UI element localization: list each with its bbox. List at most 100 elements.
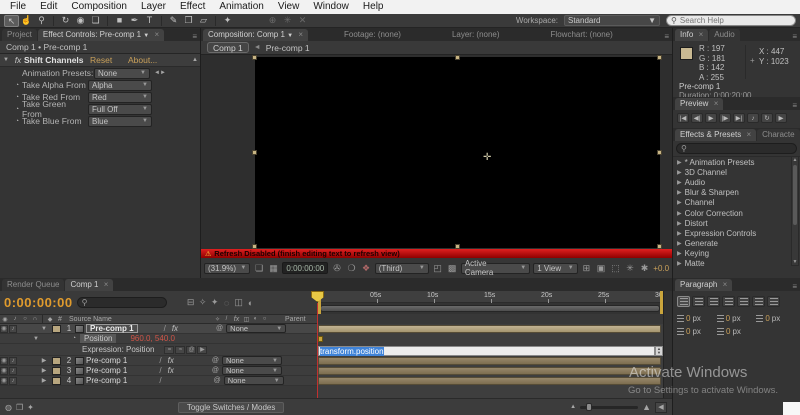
roi-icon[interactable]: ◰ [432, 263, 444, 274]
justify-last-center-button[interactable] [737, 296, 750, 307]
eye-toggle[interactable]: ◉ [0, 325, 8, 333]
twirl-closed-icon[interactable]: ▶ [677, 220, 682, 227]
hand-tool-icon[interactable]: ☝ [19, 15, 34, 27]
brush-tool-icon[interactable]: ✎ [166, 15, 181, 27]
composition-stage[interactable]: ✛ [255, 57, 660, 248]
clone-stamp-tool-icon[interactable]: ❐ [181, 15, 196, 27]
twirl-closed-icon[interactable]: ▶ [677, 210, 682, 217]
solo-icon[interactable]: ○ [20, 316, 30, 322]
quality-switch[interactable]: / [159, 366, 161, 375]
pan-behind-tool-icon[interactable]: ❏ [88, 15, 103, 27]
eye-toggle[interactable]: ◉ [0, 357, 8, 365]
snapshot-icon[interactable]: ✇ [331, 263, 343, 274]
align-right-button[interactable] [707, 296, 720, 307]
expression-graph-icon[interactable]: ≈ [175, 346, 185, 354]
field-value[interactable]: 0 [726, 327, 730, 336]
scroll-up-icon[interactable]: ▲ [792, 157, 798, 163]
menu-window[interactable]: Window [306, 0, 356, 14]
panel-menu-icon[interactable]: ≡ [789, 282, 800, 291]
close-icon[interactable]: × [699, 30, 704, 39]
label-color-chip[interactable] [52, 357, 61, 365]
tab-audio[interactable]: Audio [709, 29, 739, 41]
category-keying[interactable]: ▶Keying [673, 249, 800, 259]
comp-handle[interactable] [657, 55, 662, 60]
shape-tool-icon[interactable]: ■ [112, 15, 127, 27]
twirl-closed-icon[interactable]: ▶ [677, 169, 682, 176]
zoom-in-mountain-icon[interactable]: ▲ [642, 402, 651, 412]
twirl-closed-icon[interactable]: ▶ [38, 377, 50, 384]
flowchart-button-icon[interactable]: ✳ [624, 263, 636, 274]
source-name-column[interactable]: Source Name [65, 316, 213, 323]
lock-icon[interactable]: ∩ [30, 316, 40, 322]
eye-toggle[interactable]: ◉ [0, 367, 8, 375]
comp-timecode[interactable]: 0:00:00:00 [282, 262, 328, 274]
twirl-open-icon[interactable]: ▼ [30, 336, 42, 342]
justify-all-button[interactable] [767, 296, 780, 307]
safe-zones-icon[interactable]: ❏ [253, 263, 265, 274]
take-alpha-dropdown[interactable]: Alpha ▼ [88, 80, 152, 91]
twirl-closed-icon[interactable]: ▶ [677, 159, 682, 166]
menu-layer[interactable]: Layer [134, 0, 173, 14]
layer-name[interactable]: Pre-comp 1 [86, 366, 127, 375]
channels-icon[interactable]: ❖ [360, 263, 372, 274]
about-link[interactable]: About... [128, 55, 157, 65]
quality-switch[interactable]: / [164, 324, 166, 333]
timeline-search-box[interactable]: ⚲ [77, 297, 167, 308]
draft-3d-icon[interactable]: ✦ [209, 297, 221, 308]
eye-toggle[interactable]: ◉ [0, 377, 8, 385]
pen-tool-icon[interactable]: ✒ [127, 15, 142, 27]
comp-handle[interactable] [455, 55, 460, 60]
parent-dropdown[interactable]: None ▼ [222, 356, 282, 365]
camera-view-dropdown[interactable]: Active Camera ▼ [461, 263, 530, 274]
next-preset-icon[interactable]: ► [160, 70, 166, 76]
puppet-pin-tool-icon[interactable]: ✦ [220, 15, 235, 27]
expression-enable-icon[interactable]: = [164, 346, 174, 354]
type-tool-icon[interactable]: T [142, 15, 157, 27]
reset-link[interactable]: Reset [90, 55, 128, 65]
expression-row[interactable]: Expression: Position = ≈ @ ▶ [0, 344, 317, 356]
comp-handle[interactable] [252, 150, 257, 155]
timeline-zoom-slider[interactable] [580, 406, 638, 409]
frame-blend-icon[interactable]: ◫ [233, 297, 245, 308]
next-frame-button[interactable]: |▶ [719, 113, 731, 123]
world-axis-mode-icon[interactable]: ✳ [280, 15, 295, 27]
first-frame-button[interactable]: |◀ [677, 113, 689, 123]
expression-input[interactable]: transform.position [318, 346, 655, 356]
first-line-indent-field[interactable]: 0px [756, 314, 796, 323]
indent-left-field[interactable]: 0px [677, 314, 717, 323]
audio-toggle[interactable]: ♪ [9, 377, 17, 385]
rotation-tool-icon[interactable]: ↻ [58, 15, 73, 27]
close-icon[interactable]: × [154, 30, 159, 39]
fast-preview-icon[interactable]: ▣ [595, 263, 607, 274]
workspace-dropdown[interactable]: Standard ▼ [564, 15, 660, 26]
menu-effect[interactable]: Effect [173, 0, 212, 14]
stopwatch-icon[interactable]: ◔ [12, 82, 22, 89]
layer-bar-2[interactable] [318, 357, 661, 365]
layer-bar-4[interactable] [318, 377, 661, 385]
eye-icon[interactable]: ◉ [0, 316, 10, 323]
tab-layer[interactable]: Layer: (none) [447, 29, 505, 41]
ram-preview-button[interactable]: ▶ [775, 113, 787, 123]
anchor-point-icon[interactable]: ✛ [483, 152, 491, 163]
tab-paragraph[interactable]: Paragraph × [675, 279, 732, 291]
twirl-closed-icon[interactable]: ▶ [677, 199, 682, 206]
category-3d-channel[interactable]: ▶3D Channel [673, 167, 800, 177]
twirl-closed-icon[interactable]: ▶ [677, 240, 682, 247]
space-before-field[interactable]: 0px [677, 327, 717, 336]
composition-viewer[interactable]: ✛ [201, 55, 672, 249]
close-icon[interactable]: × [723, 280, 728, 289]
eraser-tool-icon[interactable]: ▱ [196, 15, 211, 27]
align-center-button[interactable] [692, 296, 705, 307]
fx-switch[interactable]: fx [172, 324, 178, 333]
twirl-closed-icon[interactable]: ▶ [677, 179, 682, 186]
audio-icon[interactable]: ♪ [10, 316, 20, 322]
audio-toggle-button[interactable]: ♪ [747, 113, 759, 123]
timeline-timecode[interactable]: 0:00:00:00 [4, 295, 73, 310]
twirl-closed-icon[interactable]: ▶ [677, 230, 682, 237]
indent-right-field[interactable]: 0px [717, 314, 757, 323]
menu-help[interactable]: Help [356, 0, 391, 14]
twirl-closed-icon[interactable]: ▶ [677, 189, 682, 196]
camera-tool-icon[interactable]: ◉ [73, 15, 88, 27]
category-color-correction[interactable]: ▶Color Correction [673, 208, 800, 218]
view-layout-dropdown[interactable]: 1 View ▼ [533, 263, 577, 274]
